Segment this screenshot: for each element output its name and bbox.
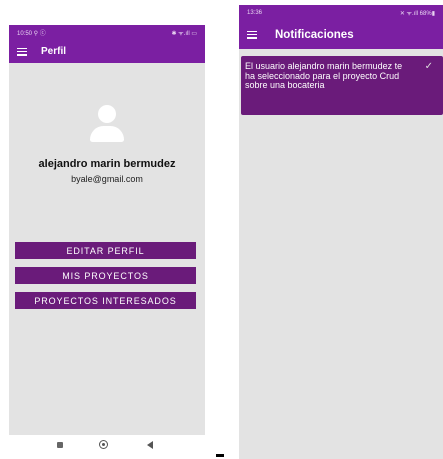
- hamburger-menu-icon[interactable]: [247, 30, 257, 39]
- notification-card[interactable]: El usuario alejandro marin bermudez te h…: [241, 56, 443, 115]
- divider: [216, 454, 224, 457]
- home-icon[interactable]: [99, 440, 108, 449]
- profile-name: alejandro marin bermudez: [38, 158, 176, 170]
- status-icons: ✱ ᯤ.ıll ▭: [171, 30, 197, 37]
- edit-profile-button[interactable]: EDITAR PERFIL: [15, 242, 196, 259]
- notifications-screen: 13:36 ✕ ᯤ.ıll 68%▮ Notificaciones El usu…: [239, 5, 443, 459]
- status-time: 10:50 ⚲ ⓒ: [17, 31, 46, 37]
- page-title: Perfil: [41, 46, 67, 57]
- status-time: 13:36: [247, 9, 263, 16]
- back-icon[interactable]: [147, 441, 153, 449]
- status-icons: ✕ ᯤ.ıll 68%▮: [399, 10, 435, 17]
- profile-screen: 10:50 ⚲ ⓒ ✱ ᯤ.ıll ▭ Perfil alejandro mar…: [9, 25, 205, 435]
- avatar-icon: [87, 105, 127, 145]
- interested-projects-button[interactable]: PROYECTOS INTERESADOS: [15, 292, 196, 309]
- app-bar: Notificaciones: [239, 20, 443, 49]
- android-nav-bar: [9, 435, 205, 459]
- page-title: Notificaciones: [275, 28, 354, 41]
- check-icon[interactable]: ✓: [425, 62, 433, 72]
- hamburger-menu-icon[interactable]: [17, 47, 27, 56]
- my-projects-button[interactable]: MIS PROYECTOS: [15, 267, 196, 284]
- app-bar: Perfil: [9, 40, 205, 63]
- status-bar: 13:36 ✕ ᯤ.ıll 68%▮: [239, 5, 443, 20]
- recent-apps-icon[interactable]: [57, 442, 63, 448]
- status-bar: 10:50 ⚲ ⓒ ✱ ᯤ.ıll ▭: [9, 25, 205, 40]
- notification-text: El usuario alejandro marin bermudez te h…: [245, 61, 403, 90]
- profile-email: byale@gmail.com: [71, 174, 143, 184]
